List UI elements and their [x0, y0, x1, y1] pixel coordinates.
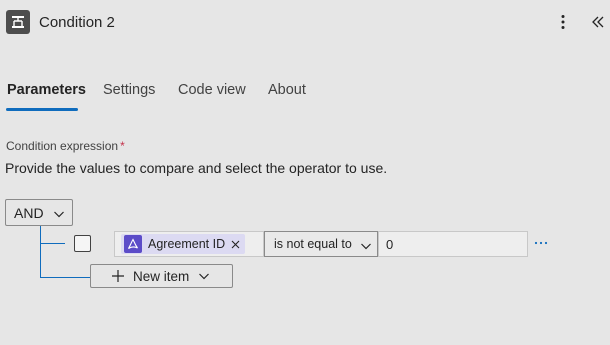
tab-parameters[interactable]: Parameters — [7, 82, 86, 98]
tab-settings[interactable]: Settings — [103, 82, 155, 98]
operator-dropdown[interactable]: is not equal to — [264, 231, 378, 257]
tree-connector-vertical — [40, 226, 41, 277]
more-horizontal-icon[interactable] — [533, 234, 549, 252]
new-item-label: New item — [133, 268, 190, 284]
condition-icon — [6, 10, 30, 34]
close-icon[interactable] — [231, 240, 240, 249]
chevron-down-icon — [198, 271, 210, 281]
right-operand-field[interactable]: 0 — [378, 231, 528, 257]
panel-title: Condition 2 — [39, 14, 115, 31]
tab-about[interactable]: About — [268, 82, 306, 98]
tab-code-view[interactable]: Code view — [178, 82, 246, 98]
active-tab-indicator — [6, 108, 78, 111]
plus-icon — [111, 269, 125, 283]
required-marker: * — [120, 139, 125, 153]
chevron-down-icon — [360, 240, 372, 254]
right-operand-value: 0 — [386, 236, 394, 252]
chevron-down-icon — [53, 207, 65, 223]
operator-value: is not equal to — [274, 237, 352, 251]
tree-connector-row — [40, 243, 65, 244]
condition-description: Provide the values to compare and select… — [5, 160, 388, 176]
condition-expression-label-text: Condition expression — [6, 139, 119, 153]
group-operator-dropdown[interactable]: AND — [5, 199, 73, 226]
dynamic-content-token[interactable]: Agreement ID — [121, 234, 245, 254]
tree-connector-new-item — [40, 277, 91, 278]
more-vertical-icon[interactable] — [554, 12, 572, 32]
adobe-acrobat-sign-icon — [124, 235, 142, 253]
token-label: Agreement ID — [148, 237, 226, 251]
condition-expression-label: Condition expression * — [6, 139, 125, 153]
new-item-button[interactable]: New item — [90, 264, 233, 288]
group-operator-value: AND — [14, 204, 44, 221]
row-select-checkbox[interactable] — [74, 235, 91, 252]
double-chevron-left-icon[interactable] — [588, 12, 608, 32]
